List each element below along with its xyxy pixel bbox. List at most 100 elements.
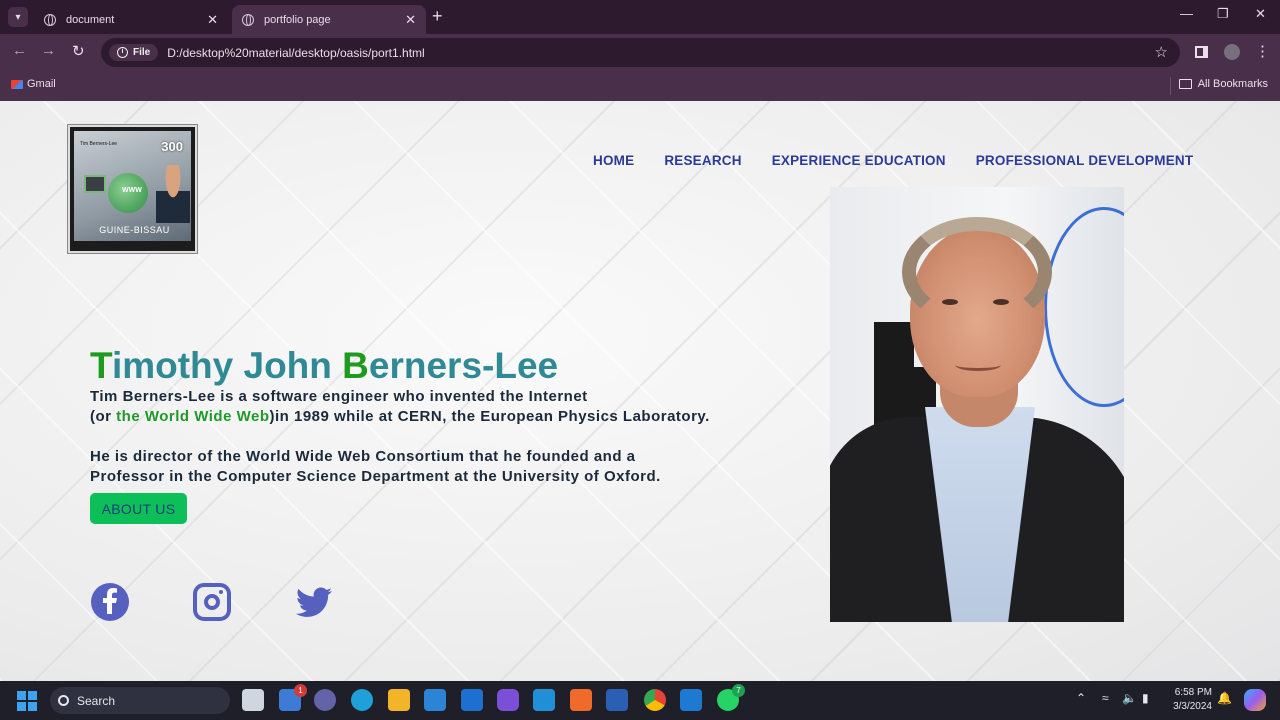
stamp-name: Tim Berners-Lee: [80, 141, 118, 147]
copilot-icon[interactable]: [1244, 689, 1266, 711]
bio-line: (or: [90, 408, 117, 425]
side-panel-icon[interactable]: [1195, 46, 1208, 58]
nav-professional-development[interactable]: PROFESSIONAL DEVELOPMENT: [976, 153, 1194, 168]
eye: [993, 299, 1009, 305]
clock-date: 3/3/2024: [1173, 701, 1212, 712]
taskbar-search[interactable]: Search: [50, 687, 230, 714]
site-info-chip[interactable]: i File: [109, 44, 159, 61]
tab-title: document: [66, 13, 115, 26]
about-us-button[interactable]: ABOUT US: [90, 493, 187, 524]
computer-icon: [84, 175, 106, 193]
bio-paragraph-1: Tim Berners-Lee is a software engineer w…: [90, 387, 710, 427]
tray-chevron-icon[interactable]: ⌃: [1076, 691, 1086, 705]
bio-line: He is director of the World Wide Web Con…: [90, 448, 636, 465]
backdrop-ring: [1044, 207, 1124, 407]
task-view-icon[interactable]: [242, 689, 264, 711]
stamp-country: GUINE-BISSAU: [99, 225, 170, 235]
minimize-icon[interactable]: —: [1180, 6, 1193, 21]
forward-arrow-icon[interactable]: →: [41, 42, 56, 59]
facebook-icon[interactable]: [91, 583, 129, 621]
battery-icon[interactable]: ▮: [1142, 691, 1149, 705]
wifi-icon[interactable]: ≈: [1102, 691, 1109, 705]
window-close-icon[interactable]: ✕: [1255, 6, 1266, 22]
close-tab-icon[interactable]: ✕: [207, 12, 218, 28]
word-icon[interactable]: [606, 689, 628, 711]
teams-chat-icon[interactable]: [314, 689, 336, 711]
eye: [942, 299, 958, 305]
tab-document[interactable]: document ✕: [34, 5, 228, 34]
page-title: Timothy John Berners-Lee: [90, 345, 558, 387]
logo-stamp-image: Tim Berners-Lee 300 WWW GUINE-BISSAU: [68, 125, 197, 253]
close-tab-icon[interactable]: ✕: [405, 12, 416, 28]
url-text[interactable]: D:/desktop%20material/desktop/oasis/port…: [167, 46, 424, 60]
search-label: Search: [77, 693, 116, 708]
bookmark-gmail[interactable]: Gmail: [11, 78, 56, 90]
tab-strip: ▾ document ✕ portfolio page ✕ + — ❐ ✕: [0, 0, 1280, 34]
file-explorer-icon[interactable]: [388, 689, 410, 711]
twitter-icon[interactable]: [294, 583, 332, 621]
all-bookmarks-label: All Bookmarks: [1197, 78, 1268, 90]
title-text: erners-Lee: [368, 345, 559, 386]
microsoft-store-icon[interactable]: [424, 689, 446, 711]
volume-icon[interactable]: 🔈: [1122, 691, 1137, 705]
bio-line: Professor in the Computer Science Depart…: [90, 468, 661, 485]
notification-bell-icon[interactable]: 🔔: [1217, 691, 1232, 705]
vscode-icon[interactable]: [680, 689, 702, 711]
stamp-portrait: [156, 165, 190, 223]
desktop-app-icon[interactable]: [533, 689, 555, 711]
instagram-icon[interactable]: [193, 583, 231, 621]
nav-research[interactable]: RESEARCH: [664, 153, 741, 168]
browser-toolbar: ← → ↻ i File D:/desktop%20material/deskt…: [0, 34, 1280, 72]
notification-badge: 1: [294, 684, 307, 697]
title-text: imothy John: [111, 345, 343, 386]
address-bar[interactable]: i File D:/desktop%20material/desktop/oas…: [101, 38, 1180, 67]
stamp-value: 300: [161, 139, 183, 154]
title-initial: B: [342, 345, 369, 386]
widgets-icon[interactable]: 1: [279, 684, 307, 711]
windows-taskbar: Search 1 7 ⌃ ≈ 🔈 ▮ 6:58 PM 3/3/2024 🔔: [0, 681, 1280, 720]
nav-experience-education[interactable]: EXPERIENCE EDUCATION: [772, 153, 946, 168]
bookmark-label: Gmail: [27, 78, 56, 90]
tab-portfolio-page[interactable]: portfolio page ✕: [232, 5, 426, 34]
taskbar-clock[interactable]: 6:58 PM 3/3/2024: [1166, 686, 1212, 714]
xampp-icon[interactable]: [570, 689, 592, 711]
chrome-icon[interactable]: [644, 689, 666, 711]
nav-home[interactable]: HOME: [593, 153, 634, 168]
new-tab-plus-icon[interactable]: +: [432, 6, 443, 27]
bio-line: Tim Berners-Lee is a software engineer w…: [90, 388, 588, 405]
hair: [902, 217, 1052, 327]
gmail-icon: [11, 79, 23, 89]
www-link[interactable]: the World Wide Web: [116, 408, 269, 425]
more-menu-icon[interactable]: ⋮: [1255, 42, 1270, 60]
profile-avatar[interactable]: [1224, 44, 1240, 60]
title-initial: T: [90, 345, 112, 386]
edge-icon[interactable]: [351, 689, 373, 711]
notification-badge: 7: [732, 684, 745, 697]
divider: [1170, 77, 1171, 95]
search-icon: [58, 695, 69, 706]
file-scheme-label: File: [133, 47, 151, 58]
whatsapp-icon[interactable]: 7: [717, 684, 745, 711]
info-icon: i: [117, 47, 128, 58]
back-arrow-icon[interactable]: ←: [12, 42, 27, 59]
page-viewport: Tim Berners-Lee 300 WWW GUINE-BISSAU HOM…: [0, 101, 1280, 681]
windows-start-icon[interactable]: [17, 691, 37, 711]
bio-line: )in 1989 while at CERN, the European Phy…: [269, 408, 710, 425]
globe-icon: [242, 13, 254, 26]
mail-icon[interactable]: [461, 689, 483, 711]
folder-icon: [1178, 79, 1192, 89]
tab-search-chevron-icon[interactable]: ▾: [8, 7, 28, 27]
tab-title: portfolio page: [264, 13, 331, 26]
portrait-photo: [830, 187, 1124, 622]
smile: [955, 359, 1001, 371]
all-bookmarks[interactable]: All Bookmarks: [1178, 78, 1268, 90]
bookmark-star-icon[interactable]: ☆: [1155, 43, 1168, 61]
main-navigation: HOME RESEARCH EXPERIENCE EDUCATION PROFE…: [593, 153, 1193, 168]
clipchamp-icon[interactable]: [497, 689, 519, 711]
maximize-icon[interactable]: ❐: [1217, 6, 1229, 22]
clock-time: 6:58 PM: [1174, 687, 1212, 698]
globe-icon: [44, 13, 56, 26]
bookmarks-bar: Gmail All Bookmarks: [0, 72, 1280, 101]
reload-icon[interactable]: ↻: [72, 42, 85, 60]
bio-paragraph-2: He is director of the World Wide Web Con…: [90, 447, 661, 487]
